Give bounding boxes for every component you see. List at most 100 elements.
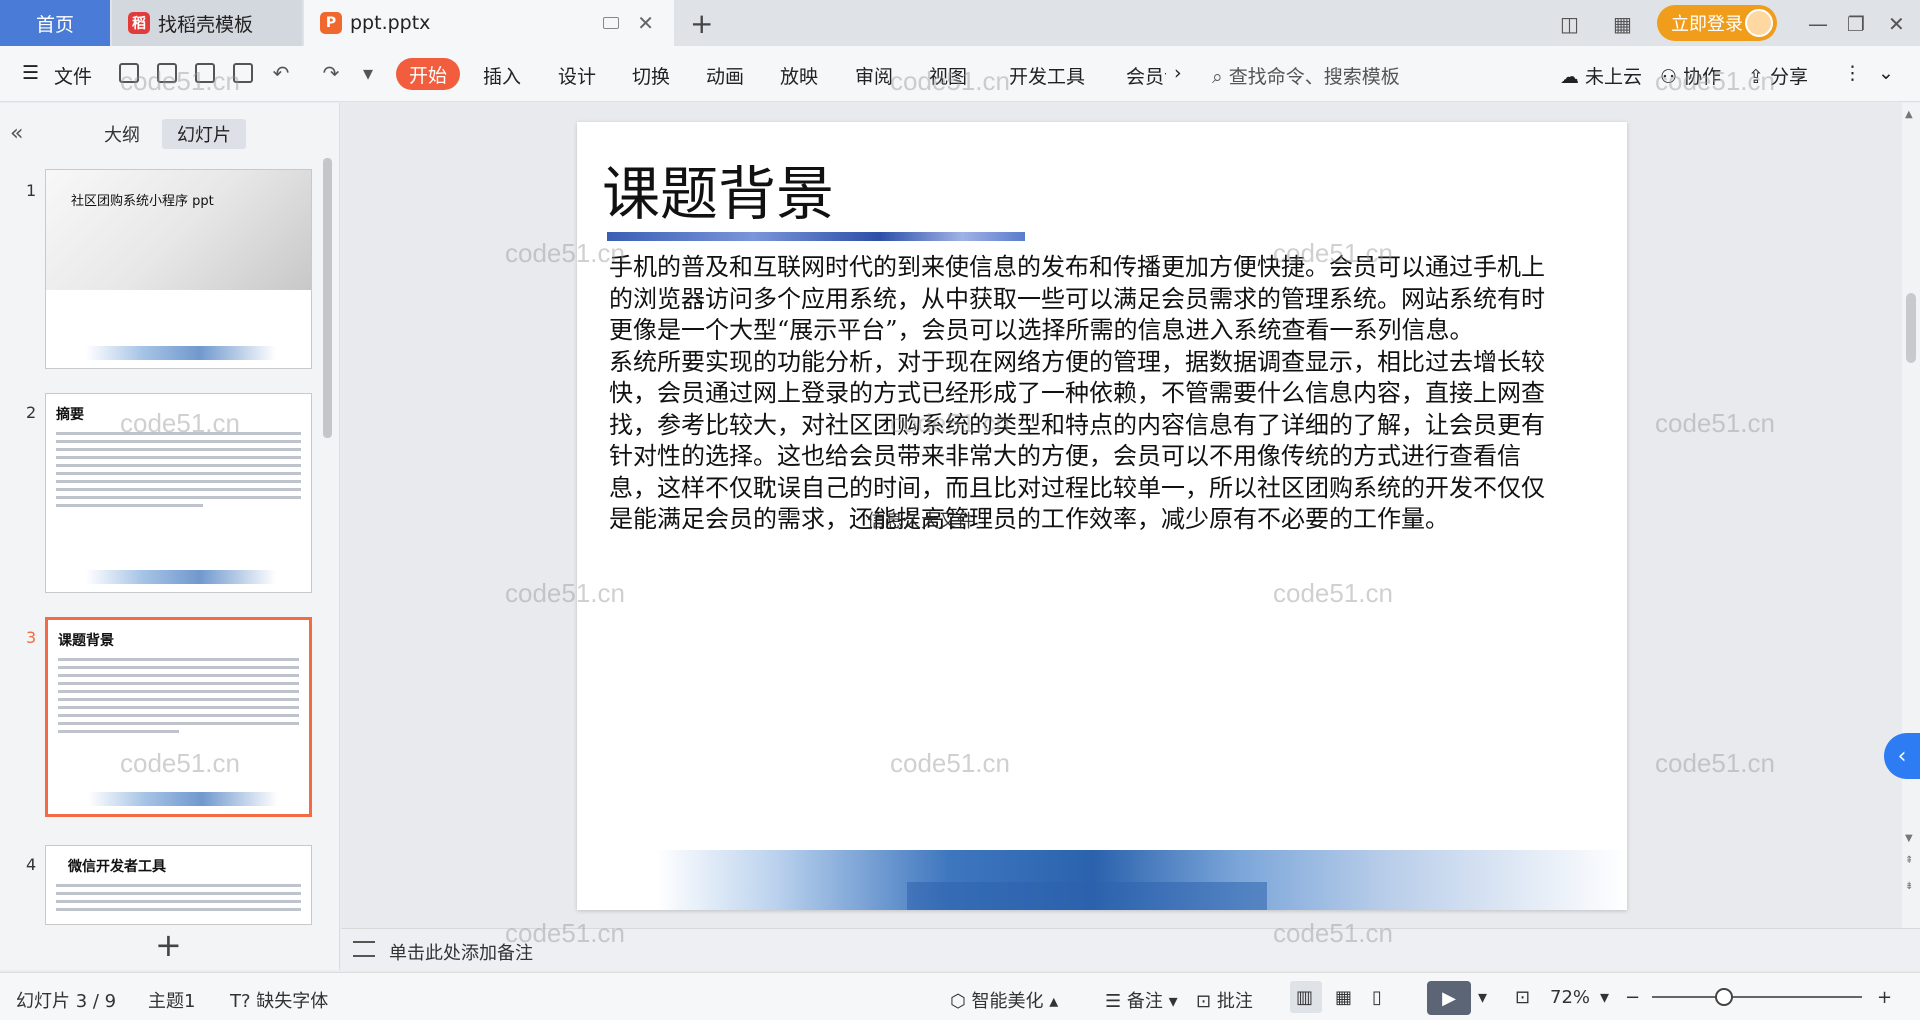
close-window-icon[interactable]: ✕ bbox=[1888, 12, 1905, 36]
file-menu[interactable]: 文件 bbox=[54, 62, 92, 89]
slide-thumbnail-3[interactable]: 课题背景 bbox=[45, 617, 312, 817]
overlapping-textbox[interactable]: 信息久大又件 bbox=[867, 507, 975, 533]
status-bar: 幻灯片 3 / 9 主题1 T? 缺失字体 ⬡ 智能美化 ▴ ☰ 备注 ▾ ⊡ … bbox=[0, 972, 1920, 1020]
notes-icon: ☰ bbox=[1105, 991, 1122, 1012]
tab-slideshow[interactable]: 放映 bbox=[780, 62, 818, 89]
customize-toolbar-icon[interactable]: ▾ bbox=[355, 60, 381, 86]
thumbnail-text-lines bbox=[58, 658, 299, 738]
collaborate-label: 协作 bbox=[1683, 66, 1722, 88]
tab-developer[interactable]: 开发工具 bbox=[1009, 62, 1085, 89]
new-tab-icon[interactable]: + bbox=[690, 7, 713, 40]
tab-review[interactable]: 审阅 bbox=[855, 62, 893, 89]
tab-document[interactable]: P ppt.pptx ✕ bbox=[304, 0, 674, 46]
cloud-status[interactable]: ☁ 未上云 bbox=[1560, 62, 1642, 89]
notes-toggle[interactable]: ☰ 备注 ▾ bbox=[1105, 987, 1178, 1013]
panel-scrollbar[interactable] bbox=[323, 158, 332, 438]
tab-member[interactable]: 会员专 bbox=[1126, 62, 1166, 89]
comment-label: 批注 bbox=[1216, 991, 1253, 1012]
close-tab-icon[interactable]: ✕ bbox=[637, 11, 654, 35]
minimize-icon[interactable]: — bbox=[1808, 12, 1828, 36]
slide-editor[interactable]: 课题背景 手机的普及和互联网时代的到来使信息的发布和传播更加方便快捷。会员可以通… bbox=[577, 122, 1627, 910]
tab-template-label: 找稻壳模板 bbox=[158, 13, 254, 36]
play-options-icon[interactable]: ▾ bbox=[1478, 987, 1487, 1008]
zoom-slider[interactable] bbox=[1652, 996, 1862, 998]
collapse-ribbon-icon[interactable]: ⌄ bbox=[1878, 62, 1894, 84]
tab-transition[interactable]: 切换 bbox=[632, 62, 670, 89]
next-slide-icon[interactable]: ⇟ bbox=[1905, 881, 1913, 892]
tab-animation[interactable]: 动画 bbox=[706, 62, 744, 89]
thumbnail-watercolor bbox=[86, 346, 276, 360]
slide-thumbnail-2[interactable]: 摘要 bbox=[45, 393, 312, 593]
menu-icon[interactable]: ☰ bbox=[22, 62, 39, 84]
slide-sorter-icon[interactable]: ▦ bbox=[1335, 987, 1352, 1008]
zoom-slider-handle[interactable] bbox=[1715, 988, 1733, 1006]
collapse-panel-icon[interactable]: « bbox=[10, 121, 23, 146]
body-paragraph-2: 系统所要实现的功能分析，对于现在网络方便的管理，据数据调查显示，相比过去增长较快… bbox=[609, 347, 1545, 534]
zoom-out-icon[interactable]: − bbox=[1625, 987, 1640, 1008]
missing-font-button[interactable]: T? 缺失字体 bbox=[230, 987, 328, 1013]
missing-font-label: 缺失字体 bbox=[256, 991, 329, 1012]
previous-slide-icon[interactable]: ⇞ bbox=[1905, 855, 1913, 866]
tab-view[interactable]: 视图 bbox=[929, 62, 967, 89]
thumbnail-text-lines bbox=[56, 432, 301, 512]
slide-body-text[interactable]: 手机的普及和互联网时代的到来使信息的发布和传播更加方便快捷。会员可以通过手机上的… bbox=[609, 252, 1559, 536]
apps-grid-icon[interactable]: ▦ bbox=[1613, 12, 1632, 36]
outline-tab[interactable]: 大纲 bbox=[104, 121, 140, 147]
save-icon[interactable] bbox=[116, 60, 142, 86]
reading-mode-icon[interactable]: ◫ bbox=[1560, 12, 1579, 36]
slide-title[interactable]: 课题背景 bbox=[602, 147, 834, 231]
body-paragraph-1: 手机的普及和互联网时代的到来使信息的发布和传播更加方便快捷。会员可以通过手机上的… bbox=[609, 253, 1545, 344]
beautify-icon: ⬡ bbox=[950, 991, 966, 1012]
float-window-icon[interactable] bbox=[603, 17, 619, 29]
export-icon[interactable] bbox=[154, 60, 180, 86]
zoom-dropdown-icon[interactable]: ▾ bbox=[1600, 987, 1609, 1008]
comment-button[interactable]: ⊡ 批注 bbox=[1196, 987, 1253, 1013]
redo-icon[interactable]: ↷ bbox=[318, 60, 344, 86]
slides-panel: « 大纲 幻灯片 1 社区团购系统小程序 ppt 2 摘要 3 课题背景 4 微… bbox=[0, 103, 340, 970]
share-button[interactable]: ⇪ 分享 bbox=[1748, 62, 1808, 89]
print-icon[interactable] bbox=[192, 60, 218, 86]
undo-icon[interactable]: ↶ bbox=[268, 60, 294, 86]
chevron-up-icon: ▴ bbox=[1049, 991, 1059, 1012]
scrollbar-thumb[interactable] bbox=[1906, 293, 1916, 363]
user-icon: ⚇ bbox=[1660, 66, 1678, 88]
slide-thumbnail-4[interactable]: 微信开发者工具 bbox=[45, 845, 312, 925]
theme-name[interactable]: 主题1 bbox=[148, 987, 195, 1013]
notes-bar[interactable]: 单击此处添加备注 bbox=[341, 928, 1920, 970]
zoom-in-icon[interactable]: + bbox=[1877, 987, 1892, 1008]
slide-number: 4 bbox=[26, 855, 37, 874]
beautify-button[interactable]: ⬡ 智能美化 ▴ bbox=[950, 987, 1058, 1013]
play-icon: ▶ bbox=[1442, 987, 1456, 1009]
zoom-level[interactable]: 72% bbox=[1550, 987, 1590, 1008]
slides-tab[interactable]: 幻灯片 bbox=[162, 119, 246, 149]
tab-start[interactable]: 开始 bbox=[396, 58, 460, 90]
more-tabs-icon[interactable]: › bbox=[1174, 62, 1182, 84]
notes-placeholder: 单击此处添加备注 bbox=[389, 943, 533, 964]
thumbnail-title: 微信开发者工具 bbox=[68, 859, 166, 875]
thumbnail-title: 摘要 bbox=[56, 407, 84, 423]
tab-design[interactable]: 设计 bbox=[558, 62, 596, 89]
collaborate-button[interactable]: ⚇ 协作 bbox=[1660, 62, 1721, 89]
fit-window-icon[interactable]: ⊡ bbox=[1515, 987, 1530, 1008]
vertical-scrollbar[interactable]: ▲ ▼ ⇞ ⇟ bbox=[1902, 103, 1920, 928]
maximize-icon[interactable]: ❐ bbox=[1847, 12, 1865, 36]
thumbnail-text-lines bbox=[56, 884, 301, 916]
login-button[interactable]: 立即登录 bbox=[1657, 5, 1777, 41]
scroll-down-icon[interactable]: ▼ bbox=[1905, 833, 1913, 844]
reading-view-icon[interactable]: ▯ bbox=[1372, 987, 1382, 1008]
print-preview-icon[interactable] bbox=[230, 60, 256, 86]
scroll-up-icon[interactable]: ▲ bbox=[1905, 109, 1913, 120]
tab-home[interactable]: 首页 bbox=[0, 0, 110, 46]
slide-number: 3 bbox=[26, 628, 37, 647]
tab-template[interactable]: 稻 找稻壳模板 bbox=[112, 0, 302, 46]
thumbnail-photo bbox=[46, 170, 311, 290]
slide-thumbnail-1[interactable]: 社区团购系统小程序 ppt bbox=[45, 169, 312, 369]
add-slide-button[interactable]: + bbox=[155, 926, 182, 964]
tab-insert[interactable]: 插入 bbox=[483, 62, 521, 89]
play-slideshow-button[interactable]: ▶ bbox=[1427, 981, 1471, 1015]
more-options-icon[interactable]: ⋮ bbox=[1843, 62, 1862, 84]
command-search[interactable]: ⌕ 查找命令、搜索模板 bbox=[1212, 62, 1400, 89]
presentation-icon: P bbox=[320, 12, 342, 34]
comment-icon: ⊡ bbox=[1196, 991, 1212, 1012]
thumbnail-watercolor bbox=[86, 570, 276, 584]
